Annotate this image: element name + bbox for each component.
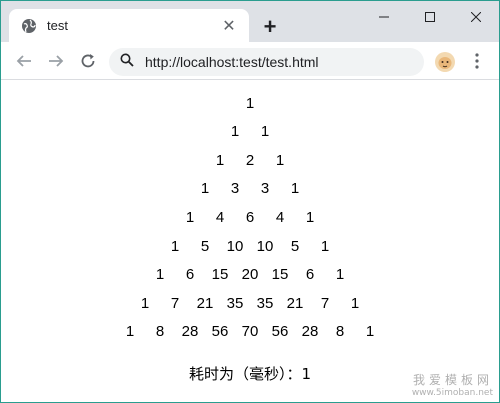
- pascal-cell: 7: [320, 294, 330, 312]
- pascal-cell: 5: [200, 237, 210, 255]
- tab-test[interactable]: test ✕: [9, 9, 249, 42]
- pascal-cell: 6: [245, 208, 255, 226]
- pascal-cell: 1: [290, 180, 300, 198]
- address-url: http://localhost:test/test.html: [145, 54, 319, 70]
- pascal-cell: 1: [245, 94, 255, 112]
- pascal-cell: 8: [155, 323, 165, 341]
- pascal-cell: 1: [260, 123, 270, 141]
- pascal-cell: 1: [335, 266, 345, 284]
- tab-strip: test ✕ +: [1, 1, 499, 42]
- globe-icon: [21, 18, 37, 34]
- new-tab-button[interactable]: +: [257, 14, 283, 40]
- pascal-row: 1 8 28 56 70 56 28 8 1: [1, 319, 499, 345]
- address-bar[interactable]: http://localhost:test/test.html: [109, 48, 424, 76]
- forward-arrow-icon[interactable]: [42, 47, 70, 75]
- pascal-cell: 1: [170, 237, 180, 255]
- pascal-cell: 1: [305, 208, 315, 226]
- more-menu-icon[interactable]: [463, 47, 491, 75]
- pascal-cell: 15: [271, 266, 289, 284]
- pascal-cell: 10: [226, 237, 244, 255]
- pascal-row: 1 2 1: [1, 147, 499, 173]
- pascal-row: 1 5 10 10 5 1: [1, 233, 499, 259]
- pascal-cell: 2: [245, 151, 255, 169]
- browser-window: test ✕ + http://localhost:test/test.html…: [1, 1, 499, 402]
- search-icon: [120, 53, 134, 72]
- pascal-cell: 4: [275, 208, 285, 226]
- maximize-icon[interactable]: [407, 1, 453, 33]
- pascal-cell: 1: [275, 151, 285, 169]
- pascal-cell: 1: [320, 237, 330, 255]
- tab-title: test: [47, 18, 68, 33]
- pascal-cell: 28: [181, 323, 199, 341]
- pascal-cell: 3: [260, 180, 270, 198]
- pascal-cell: 21: [196, 294, 214, 312]
- pascal-cell: 1: [230, 123, 240, 141]
- pascal-cell: 4: [215, 208, 225, 226]
- pascal-row: 1 6 15 20 15 6 1: [1, 262, 499, 288]
- back-arrow-icon[interactable]: [10, 47, 38, 75]
- minimize-icon[interactable]: [361, 1, 407, 33]
- pascal-cell: 1: [350, 294, 360, 312]
- tab-close-icon[interactable]: ✕: [219, 16, 239, 36]
- pascal-cell: 56: [271, 323, 289, 341]
- pascal-cell: 6: [305, 266, 315, 284]
- pascal-cell: 15: [211, 266, 229, 284]
- pascal-row: 1 4 6 4 1: [1, 204, 499, 230]
- pascal-cell: 1: [155, 266, 165, 284]
- pascal-cell: 1: [140, 294, 150, 312]
- pascal-row: 1 7 21 35 35 21 7 1: [1, 290, 499, 316]
- pascal-cell: 1: [200, 180, 210, 198]
- pascal-row: 1 3 3 1: [1, 176, 499, 202]
- pascal-cell: 6: [185, 266, 195, 284]
- pascal-cell: 1: [215, 151, 225, 169]
- window-controls: [361, 1, 499, 33]
- pascal-row: 11: [1, 119, 499, 145]
- pascal-cell: 1: [185, 208, 195, 226]
- reload-icon[interactable]: [74, 47, 102, 75]
- pascal-cell: 28: [301, 323, 319, 341]
- pascal-cell: 35: [226, 294, 244, 312]
- pascal-row: 1: [1, 90, 499, 116]
- page-content: 1 1 1 1 2 1 1 3 3 1 1 4 6 4 1 1 5 10 10 5 1 1 6 15 20 15 6 1 1 7 21 35 3…: [1, 81, 499, 402]
- pascal-cell: 7: [170, 294, 180, 312]
- pascal-cell: 10: [256, 237, 274, 255]
- pascal-cell: 5: [290, 237, 300, 255]
- pascal-cell: 56: [211, 323, 229, 341]
- watermark: 我爱模板网 www.5imoban.net: [412, 371, 493, 398]
- pascal-cell: 20: [241, 266, 259, 284]
- profile-avatar-icon[interactable]: [434, 51, 456, 73]
- pascal-cell: 3: [230, 180, 240, 198]
- pascal-cell: 1: [125, 323, 135, 341]
- pascal-cell: 70: [241, 323, 259, 341]
- pascal-cell: 35: [256, 294, 274, 312]
- pascal-cell: 1: [365, 323, 375, 341]
- pascal-cell: 8: [335, 323, 345, 341]
- watermark-line2: www.5imoban.net: [411, 388, 493, 398]
- browser-toolbar: http://localhost:test/test.html: [1, 42, 499, 80]
- watermark-line1: 我爱模板网: [412, 373, 493, 387]
- close-window-icon[interactable]: [453, 1, 499, 33]
- pascal-cell: 21: [286, 294, 304, 312]
